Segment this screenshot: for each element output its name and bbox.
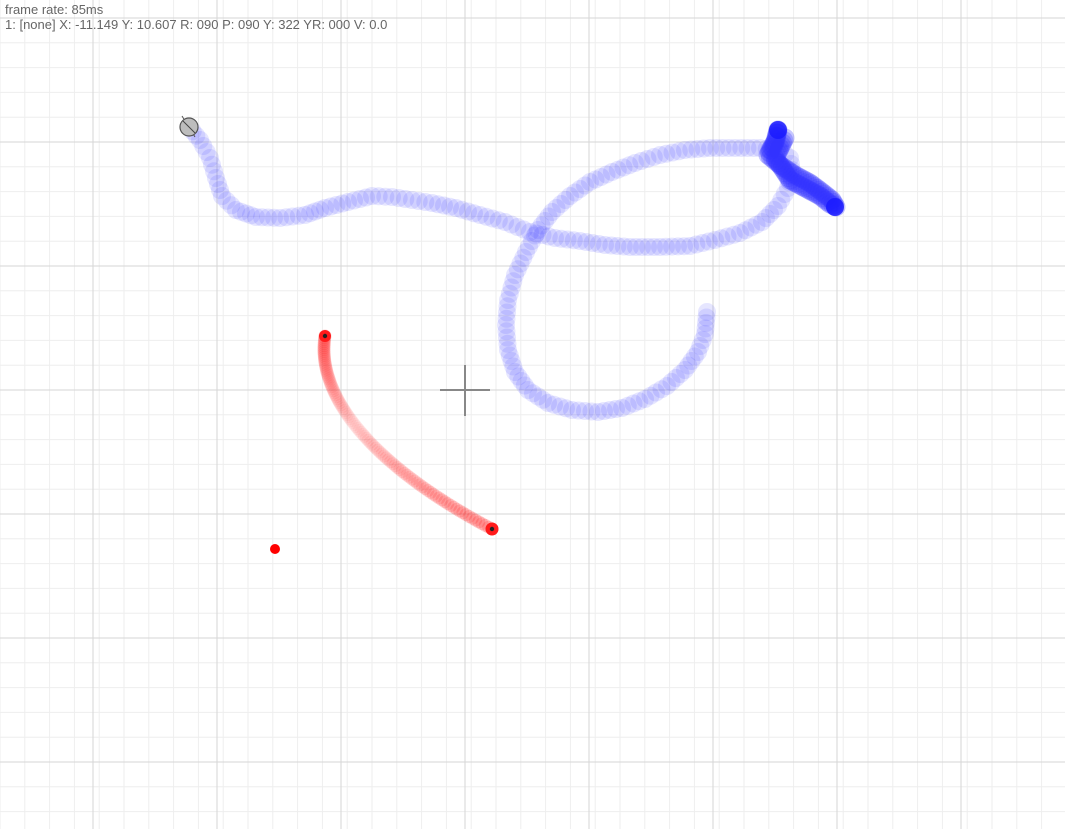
blue-touch-trail bbox=[180, 118, 846, 421]
red-trail-start-marker bbox=[319, 330, 331, 342]
touch-canvas-stage[interactable]: frame rate: 85ms 1: [none] X: -11.149 Y:… bbox=[0, 0, 1065, 829]
center-crosshair bbox=[440, 365, 490, 416]
drawing-canvas[interactable] bbox=[0, 0, 1065, 829]
pointer-status-label: 1: [none] X: -11.149 Y: 10.607 R: 090 P:… bbox=[5, 17, 388, 32]
grid-minor-lines bbox=[0, 0, 1065, 829]
pen-tip-icon bbox=[179, 115, 199, 138]
frame-rate-label: frame rate: 85ms bbox=[5, 2, 104, 17]
red-dot bbox=[270, 544, 280, 554]
red-trail-end-marker bbox=[485, 522, 499, 536]
blue-trail-dot bbox=[698, 303, 716, 321]
blue-trail-dot bbox=[826, 198, 844, 216]
blue-trail-dot bbox=[769, 121, 787, 139]
